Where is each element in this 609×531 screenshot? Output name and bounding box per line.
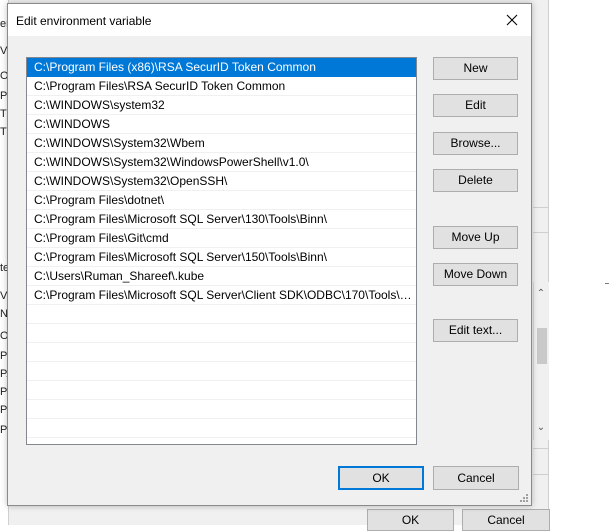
list-item[interactable]: C:\Program Files\Git\cmd [27, 229, 416, 248]
close-icon [506, 14, 518, 26]
empty-list-row[interactable] [27, 305, 416, 324]
edit-text-button[interactable]: Edit text... [433, 319, 518, 342]
list-item[interactable]: C:\WINDOWS\System32\Wbem [27, 134, 416, 153]
list-item[interactable]: C:\Program Files\Microsoft SQL Server\Cl… [27, 286, 416, 305]
list-item[interactable]: C:\WINDOWS\System32\WindowsPowerShell\v1… [27, 153, 416, 172]
move-up-button[interactable]: Move Up [433, 226, 518, 249]
path-list[interactable]: C:\Program Files (x86)\RSA SecurID Token… [26, 57, 417, 445]
empty-list-row[interactable] [27, 324, 416, 343]
resize-grip-icon[interactable] [518, 492, 529, 503]
cancel-button[interactable]: Cancel [433, 466, 519, 490]
list-item[interactable]: C:\Program Files\RSA SecurID Token Commo… [27, 77, 416, 96]
background-ok-button[interactable]: OK [367, 509, 454, 531]
list-item[interactable]: C:\Program Files (x86)\RSA SecurID Token… [27, 58, 416, 77]
list-item[interactable]: C:\Users\Ruman_Shareef\.kube [27, 267, 416, 286]
list-item[interactable]: C:\Program Files\dotnet\ [27, 191, 416, 210]
list-item[interactable]: C:\WINDOWS\System32\OpenSSH\ [27, 172, 416, 191]
list-item[interactable]: C:\Program Files\Microsoft SQL Server\15… [27, 248, 416, 267]
chevron-up-icon[interactable]: ⌃ [535, 287, 547, 301]
empty-list-row[interactable] [27, 400, 416, 419]
list-item[interactable]: C:\Program Files\Microsoft SQL Server\13… [27, 210, 416, 229]
list-item[interactable]: C:\WINDOWS [27, 115, 416, 134]
ok-button[interactable]: OK [338, 466, 424, 490]
background-divider [533, 232, 548, 233]
empty-list-row[interactable] [27, 419, 416, 438]
empty-list-row[interactable] [27, 381, 416, 400]
background-divider [533, 207, 548, 208]
background-divider [533, 474, 548, 475]
edit-button[interactable]: Edit [433, 94, 518, 117]
background-divider [533, 448, 548, 449]
title-bar: Edit environment variable [8, 4, 531, 36]
background-cancel-button[interactable]: Cancel [462, 509, 550, 531]
background-scroll-thumb[interactable] [537, 328, 547, 364]
empty-list-row[interactable] [27, 343, 416, 362]
background-dash [605, 283, 609, 284]
empty-list-row[interactable] [27, 362, 416, 381]
move-down-button[interactable]: Move Down [433, 263, 518, 286]
list-item[interactable]: C:\WINDOWS\system32 [27, 96, 416, 115]
new-button[interactable]: New [433, 57, 518, 80]
browse-button[interactable]: Browse... [433, 132, 518, 155]
delete-button[interactable]: Delete [433, 169, 518, 192]
close-button[interactable] [493, 4, 531, 36]
dialog-title: Edit environment variable [16, 14, 152, 28]
chevron-down-icon[interactable]: ⌄ [535, 421, 547, 435]
edit-environment-variable-dialog: Edit environment variable C:\Program Fil… [7, 3, 532, 506]
